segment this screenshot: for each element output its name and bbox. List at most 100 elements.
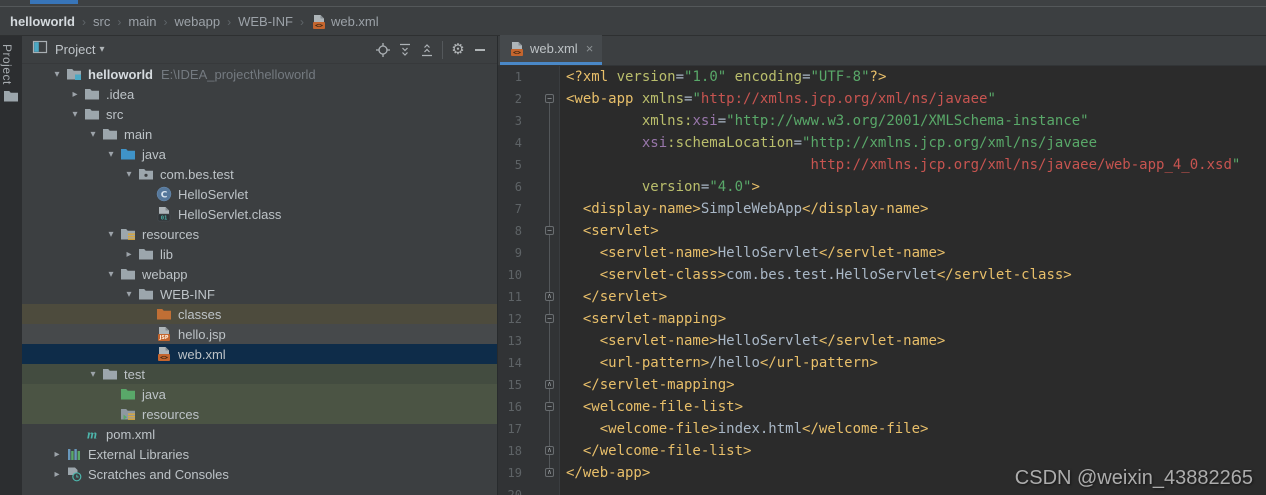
fold-end-icon[interactable]: ∧	[545, 446, 554, 455]
chevron-down-icon[interactable]: ▾	[99, 44, 104, 55]
code-text: xsi:schemaLocation="http://xmlns.jcp.org…	[641, 135, 1098, 151]
divider	[442, 40, 443, 59]
chevron-down-icon[interactable]: ▾	[66, 109, 84, 120]
fold-gutter	[524, 242, 560, 264]
code-line-2[interactable]: 2 − <web-app xmlns="http://xmlns.jcp.org/x…	[498, 88, 1266, 110]
tab-web-xml[interactable]: <> web.xml ×	[500, 35, 603, 65]
line-number: 3	[514, 114, 522, 128]
code-line-3[interactable]: 3 xmlns:xsi="http://www.w3.org/2001/XMLS…	[498, 110, 1266, 132]
fold-end-icon[interactable]: ∧	[545, 468, 554, 477]
tree-item-hello-jsp[interactable]: JSP hello.jsp	[22, 324, 497, 344]
chevron-down-icon[interactable]: ▾	[84, 369, 102, 380]
package-icon	[138, 166, 154, 182]
code-line-7[interactable]: 7 <display-name>SimpleWebApp</display-na…	[498, 198, 1266, 220]
code-line-11[interactable]: 11 ∧ </servlet>	[498, 286, 1266, 308]
tree-item-java[interactable]: ▾ java	[22, 144, 497, 164]
code-line-4[interactable]: 4 xsi:schemaLocation="http://xmlns.jcp.o…	[498, 132, 1266, 154]
breadcrumb-item-main[interactable]: main	[128, 14, 156, 29]
chevron-down-icon[interactable]: ▾	[84, 129, 102, 140]
tree-item-java[interactable]: java	[22, 384, 497, 404]
code-line-9[interactable]: 9 <servlet-name>HelloServlet</servlet-na…	[498, 242, 1266, 264]
tool-stripe-project-button[interactable]: Project	[0, 44, 22, 85]
breadcrumb-item-webapp[interactable]: webapp	[175, 14, 221, 29]
tree-item-label: webapp	[142, 266, 188, 282]
fold-collapse-icon[interactable]: −	[545, 314, 554, 323]
code-line-12[interactable]: 12 − <servlet-mapping>	[498, 308, 1266, 330]
breadcrumb-separator: ›	[82, 14, 86, 29]
tree-item-web-xml[interactable]: <> web.xml	[22, 344, 497, 364]
code-line-15[interactable]: 15 ∧ </servlet-mapping>	[498, 374, 1266, 396]
fold-gutter: −	[524, 88, 560, 110]
tree-item-label: pom.xml	[106, 426, 156, 442]
code-editor[interactable]: 1 <?xml version="1.0" encoding="UTF-8"?> 2…	[498, 66, 1266, 495]
chevron-down-icon[interactable]: ▾	[102, 149, 120, 160]
fold-collapse-icon[interactable]: −	[545, 402, 554, 411]
code-line-10[interactable]: 10 <servlet-class>com.bes.test.HelloServ…	[498, 264, 1266, 286]
tree-item-webapp[interactable]: ▾ webapp	[22, 264, 497, 284]
project-panel-title[interactable]: Project	[55, 42, 95, 57]
tree-item-label: classes	[178, 306, 222, 322]
tree-item-lib[interactable]: ▸ lib	[22, 244, 497, 264]
code-line-17[interactable]: 17 <welcome-file>index.html</welcome-fil…	[498, 418, 1266, 440]
tree-item-resources[interactable]: resources	[22, 404, 497, 424]
breadcrumb-label: webapp	[174, 14, 221, 29]
fold-gutter	[524, 66, 560, 88]
code-line-1[interactable]: 1 <?xml version="1.0" encoding="UTF-8"?>	[498, 66, 1266, 88]
chevron-down-icon[interactable]: ▾	[48, 69, 66, 80]
collapse-all-button[interactable]	[416, 40, 438, 60]
tree-item-helloservlet-class[interactable]: 01 HelloServlet.class	[22, 204, 497, 224]
chevron-down-icon[interactable]: ▾	[120, 169, 138, 180]
tree-item-label: java	[142, 386, 166, 402]
chevron-right-icon[interactable]: ▸	[48, 469, 66, 480]
tree-item-src[interactable]: ▾ src	[22, 104, 497, 124]
settings-button[interactable]: ⚙	[447, 40, 469, 60]
chevron-right-icon[interactable]: ▸	[48, 449, 66, 460]
tree-item-resources[interactable]: ▾ resources	[22, 224, 497, 244]
breadcrumb-item-web-xml[interactable]: <> web.xml	[311, 14, 379, 30]
minus-icon	[475, 48, 485, 51]
chevron-right-icon[interactable]: ▸	[66, 89, 84, 100]
tree-item-helloworld[interactable]: ▾ helloworld E:\IDEA_project\helloworld	[22, 64, 497, 84]
code-line-14[interactable]: 14 <url-pattern>/hello</url-pattern>	[498, 352, 1266, 374]
code-line-6[interactable]: 6 version="4.0">	[498, 176, 1266, 198]
fold-collapse-icon[interactable]: −	[545, 94, 554, 103]
breadcrumb-item-web-inf[interactable]: WEB-INF	[238, 14, 293, 29]
code-line-16[interactable]: 16 − <welcome-file-list>	[498, 396, 1266, 418]
close-icon[interactable]: ×	[586, 41, 594, 56]
tree-item--idea[interactable]: ▸ .idea	[22, 84, 497, 104]
code-line-5[interactable]: 5 http://xmlns.jcp.org/xml/ns/javaee/web…	[498, 154, 1266, 176]
fold-gutter	[524, 352, 560, 374]
expand-all-button[interactable]	[394, 40, 416, 60]
tree-item-external-libraries[interactable]: ▸ External Libraries	[22, 444, 497, 464]
breadcrumb: helloworld › src › main › webapp › WEB-INF › <> web…	[0, 8, 1266, 36]
fold-end-icon[interactable]: ∧	[545, 380, 554, 389]
code-line-8[interactable]: 8 − <servlet>	[498, 220, 1266, 242]
breadcrumb-label: WEB-INF	[238, 14, 293, 29]
chevron-down-icon[interactable]: ▾	[102, 269, 120, 280]
hide-panel-button[interactable]	[469, 40, 491, 60]
code-line-18[interactable]: 18 ∧ </welcome-file-list>	[498, 440, 1266, 462]
xml-file-icon: <>	[509, 41, 525, 57]
locate-file-button[interactable]	[372, 40, 394, 60]
breadcrumb-item-helloworld[interactable]: helloworld	[10, 14, 75, 29]
tree-item-main[interactable]: ▾ main	[22, 124, 497, 144]
tree-item-helloservlet[interactable]: C HelloServlet	[22, 184, 497, 204]
code-line-13[interactable]: 13 <servlet-name>HelloServlet</servlet-n…	[498, 330, 1266, 352]
code-text: version="4.0">	[641, 179, 760, 195]
tree-item-com-bes-test[interactable]: ▾ com.bes.test	[22, 164, 497, 184]
fold-collapse-icon[interactable]: −	[545, 226, 554, 235]
tree-item-web-inf[interactable]: ▾ WEB-INF	[22, 284, 497, 304]
tree-item-pom-xml[interactable]: m pom.xml	[22, 424, 497, 444]
fold-end-icon[interactable]: ∧	[545, 292, 554, 301]
chevron-right-icon[interactable]: ▸	[120, 249, 138, 260]
chevron-down-icon[interactable]: ▾	[102, 229, 120, 240]
breadcrumb-item-src[interactable]: src	[93, 14, 110, 29]
fold-gutter	[524, 132, 560, 154]
fold-gutter: ∧	[524, 462, 560, 484]
tree-item-scratches-and-consoles[interactable]: ▸ Scratches and Consoles	[22, 464, 497, 484]
tree-item-test[interactable]: ▾ test	[22, 364, 497, 384]
project-panel-header: Project ▾ ⚙	[22, 36, 497, 64]
chevron-down-icon[interactable]: ▾	[120, 289, 138, 300]
tree-item-classes[interactable]: classes	[22, 304, 497, 324]
line-number: 9	[514, 246, 522, 260]
